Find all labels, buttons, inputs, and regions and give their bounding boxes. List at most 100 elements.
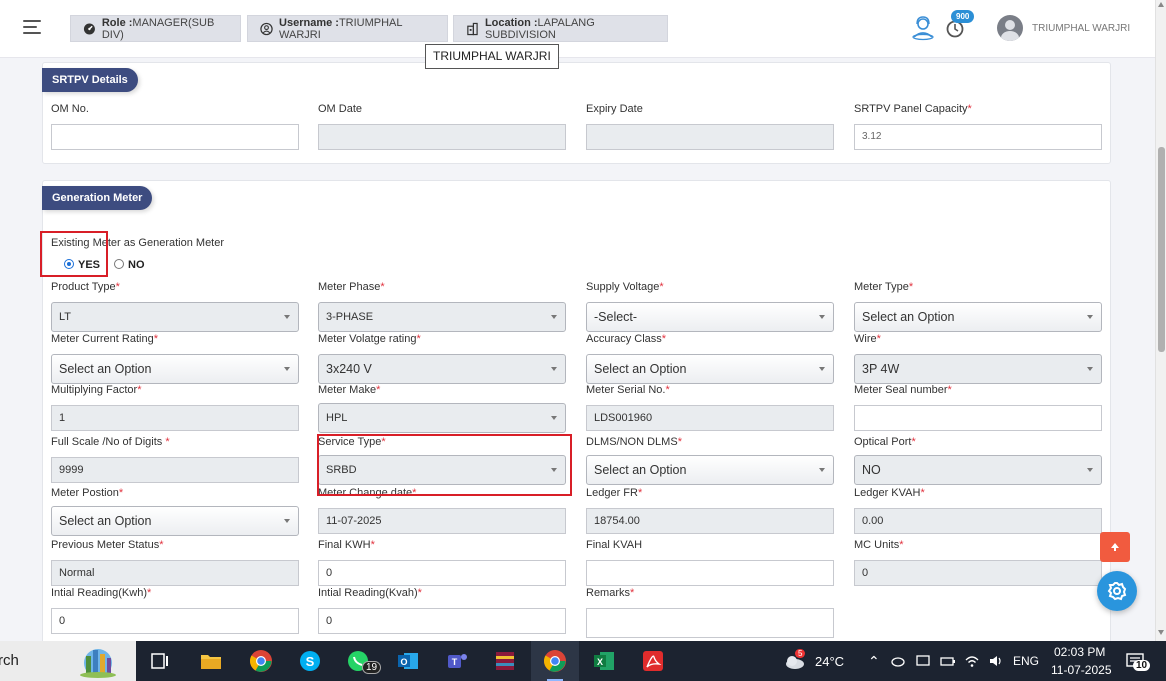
- wire-select[interactable]: 3P 4W: [854, 354, 1102, 384]
- header-user-name[interactable]: TRIUMPHAL WARJRI: [1032, 23, 1130, 34]
- highlight-service-type: [317, 434, 572, 496]
- section-title-srtpv: SRTPV Details: [42, 68, 138, 92]
- acrobat-icon[interactable]: [641, 649, 665, 673]
- expiry-date-label: Expiry Date: [586, 103, 643, 115]
- avatar[interactable]: [997, 15, 1023, 41]
- svg-text:T: T: [452, 657, 458, 667]
- support-agent-icon[interactable]: [910, 15, 936, 41]
- final-kwh-input[interactable]: 0: [318, 560, 566, 586]
- seal-number-label: Meter Seal number*: [854, 384, 952, 396]
- serial-no-input[interactable]: LDS001960: [586, 405, 834, 431]
- svg-text:X: X: [597, 657, 603, 667]
- mc-units-input[interactable]: 0: [854, 560, 1102, 586]
- om-no-input[interactable]: [51, 124, 299, 150]
- volume-icon[interactable]: [988, 653, 1004, 669]
- supply-voltage-label: Supply Voltage*: [586, 281, 664, 293]
- task-view-icon[interactable]: [148, 649, 172, 673]
- meter-make-label: Meter Make*: [318, 384, 381, 396]
- generation-meter-card: Generation Meter Existing Meter as Gener…: [42, 180, 1111, 641]
- page-scrollbar[interactable]: [1155, 0, 1166, 641]
- highlight-existing-meter: [40, 231, 108, 277]
- top-header: Role :MANAGER(SUB DIV) Username :TRIUMPH…: [0, 0, 1155, 58]
- gauge-icon: [83, 22, 95, 35]
- svg-text:S: S: [306, 654, 315, 669]
- svg-text:O: O: [400, 657, 407, 667]
- current-rating-select[interactable]: Select an Option: [51, 354, 299, 384]
- username-tooltip: TRIUMPHAL WARJRI: [425, 44, 559, 69]
- scroll-up-arrow[interactable]: [1158, 2, 1164, 7]
- ledger-kvah-input[interactable]: 0.00: [854, 508, 1102, 534]
- menu-icon[interactable]: [23, 20, 41, 34]
- existing-no-radio[interactable]: [114, 259, 124, 269]
- settings-button[interactable]: [1097, 571, 1137, 611]
- scroll-down-arrow[interactable]: [1158, 630, 1164, 635]
- seal-number-input[interactable]: [854, 405, 1102, 431]
- role-label: Role :: [101, 16, 133, 29]
- supply-voltage-select[interactable]: -Select-: [586, 302, 834, 332]
- om-date-input[interactable]: [318, 124, 566, 150]
- temperature-text[interactable]: 24°C: [815, 654, 844, 669]
- meter-position-select[interactable]: Select an Option: [51, 506, 299, 536]
- accuracy-class-label: Accuracy Class*: [586, 333, 667, 345]
- file-explorer-icon[interactable]: [199, 649, 223, 673]
- dlms-select[interactable]: Select an Option: [586, 455, 834, 485]
- initial-kwh-input[interactable]: 0: [51, 608, 299, 634]
- existing-no-label[interactable]: NO: [128, 259, 145, 271]
- ledger-fr-input[interactable]: 18754.00: [586, 508, 834, 534]
- excel-icon[interactable]: X: [592, 649, 616, 673]
- meter-phase-label: Meter Phase*: [318, 281, 385, 293]
- search-highlight-art-icon[interactable]: [76, 644, 120, 678]
- initial-kvah-input[interactable]: 0: [318, 608, 566, 634]
- display-icon[interactable]: [915, 653, 931, 669]
- chevron-up-icon[interactable]: ⌃: [868, 653, 880, 670]
- wire-label: Wire*: [854, 333, 881, 345]
- full-scale-label: Full Scale /No of Digits *: [51, 436, 170, 448]
- teams-icon[interactable]: T: [445, 649, 469, 673]
- voltage-rating-label: Meter Volatge rating*: [318, 333, 421, 345]
- skype-icon[interactable]: S: [298, 649, 322, 673]
- expiry-date-input[interactable]: [586, 124, 834, 150]
- language-indicator[interactable]: ENG: [1013, 654, 1039, 668]
- product-type-select[interactable]: LT: [51, 302, 299, 332]
- user-circle-icon: [260, 22, 273, 35]
- om-date-label: OM Date: [318, 103, 363, 115]
- panel-capacity-input[interactable]: 3.12: [854, 124, 1102, 150]
- section-title-generation-meter: Generation Meter: [42, 186, 153, 210]
- scroll-to-top-button[interactable]: [1100, 532, 1130, 562]
- clock-time[interactable]: 02:03 PM: [1054, 645, 1105, 659]
- wifi-icon[interactable]: [964, 653, 980, 669]
- scrollbar-thumb[interactable]: [1158, 147, 1165, 352]
- notification-badge[interactable]: 900: [951, 10, 975, 23]
- meter-type-select[interactable]: Select an Option: [854, 302, 1102, 332]
- full-scale-input[interactable]: 9999: [51, 457, 299, 483]
- multiplying-factor-input[interactable]: 1: [51, 405, 299, 431]
- multiplying-factor-label: Multiplying Factor*: [51, 384, 142, 396]
- accuracy-class-select[interactable]: Select an Option: [586, 354, 834, 384]
- outlook-icon[interactable]: O: [396, 649, 420, 673]
- clock-date[interactable]: 11-07-2025: [1051, 663, 1112, 677]
- current-rating-label: Meter Current Rating*: [51, 333, 158, 345]
- cloud-sync-icon[interactable]: [890, 653, 906, 669]
- previous-status-input[interactable]: Normal: [51, 560, 299, 586]
- battery-icon[interactable]: [940, 653, 956, 669]
- voltage-rating-select[interactable]: 3x240 V: [318, 354, 566, 384]
- remarks-input[interactable]: [586, 608, 834, 638]
- meter-change-date-input[interactable]: 11-07-2025: [318, 508, 566, 534]
- dlms-label: DLMS/NON DLMS*: [586, 436, 682, 448]
- winrar-icon[interactable]: [493, 649, 517, 673]
- username-label: Username :: [279, 16, 339, 29]
- mc-units-label: MC Units*: [854, 539, 904, 551]
- chrome-profile-icon[interactable]: [543, 649, 567, 673]
- optical-port-select[interactable]: NO: [854, 455, 1102, 485]
- windows-taskbar: rch S 19 O T X 5 24°C ⌃ ENG 02:03 PM 11-…: [0, 641, 1166, 681]
- ledger-fr-label: Ledger FR*: [586, 487, 643, 499]
- meter-phase-select[interactable]: 3-PHASE: [318, 302, 566, 332]
- panel-capacity-label: SRTPV Panel Capacity*: [854, 103, 972, 115]
- final-kvah-input[interactable]: [586, 560, 834, 586]
- meter-make-select[interactable]: HPL: [318, 403, 566, 433]
- chrome-icon[interactable]: [249, 649, 273, 673]
- product-type-label: Product Type*: [51, 281, 120, 293]
- meter-type-label: Meter Type*: [854, 281, 914, 293]
- notification-count-badge: 10: [1133, 660, 1151, 671]
- remarks-label: Remarks*: [586, 587, 635, 599]
